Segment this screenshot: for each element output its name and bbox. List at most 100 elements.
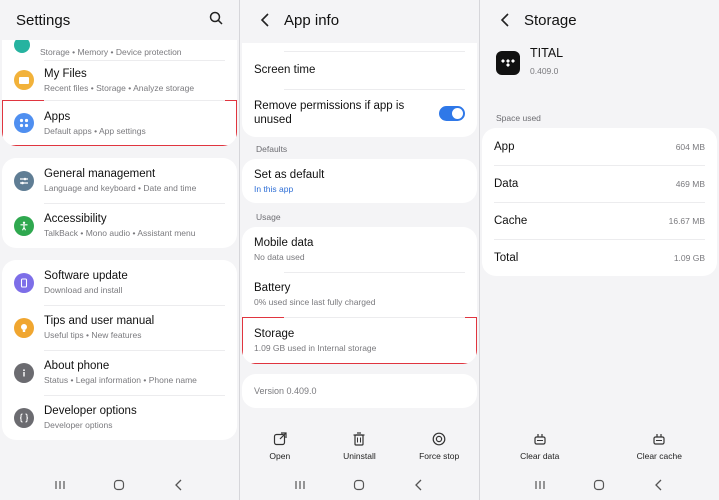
page-title: Settings bbox=[16, 11, 71, 29]
storage-row-label: Data bbox=[494, 177, 519, 190]
storage-row-label: Cache bbox=[494, 214, 528, 227]
navigation-bar bbox=[0, 470, 239, 500]
info-icon bbox=[14, 362, 34, 383]
remove-permissions-label: Remove permissions if app is unused bbox=[254, 100, 405, 126]
security-icon bbox=[14, 40, 30, 53]
set-as-default-item[interactable]: Set as default In this app bbox=[242, 159, 477, 203]
folder-icon bbox=[14, 70, 34, 90]
storage-label: Storage bbox=[254, 328, 295, 340]
clear-data-icon bbox=[534, 433, 546, 445]
recent-apps-icon[interactable] bbox=[531, 476, 549, 494]
storage-actions: Clear data Clear cache bbox=[480, 426, 719, 466]
settings-item-subtitle: Developer options bbox=[44, 420, 113, 430]
clear-data-button[interactable]: Clear data bbox=[505, 432, 575, 461]
back-icon[interactable] bbox=[170, 476, 188, 494]
version-card: Version 0.409.0 bbox=[242, 374, 477, 408]
force-stop-icon bbox=[432, 432, 446, 445]
storage-item[interactable]: Storage 1.09 GB used in Internal storage bbox=[242, 317, 477, 364]
settings-item-label: Tips and user manual bbox=[44, 315, 155, 327]
settings-item-my-files[interactable]: My Files Recent files • Storage • Analyze… bbox=[2, 60, 237, 100]
settings-item-developer-options[interactable]: Developer options Developer options bbox=[2, 395, 237, 440]
recent-apps-icon[interactable] bbox=[51, 476, 69, 494]
apps-icon bbox=[14, 113, 34, 133]
navigation-bar bbox=[480, 470, 719, 500]
recent-apps-icon[interactable] bbox=[291, 476, 309, 494]
storage-row-data: Data 469 MB bbox=[482, 165, 717, 202]
app-info-card-1: Screen time Remove permissions if app is… bbox=[242, 43, 477, 137]
settings-header: Settings bbox=[0, 0, 239, 40]
set-as-default-label: Set as default bbox=[254, 168, 325, 181]
screen-time-item[interactable]: Screen time bbox=[242, 51, 477, 89]
settings-item-subtitle: Status • Legal information • Phone name bbox=[44, 375, 197, 385]
storage-row-value: 469 MB bbox=[675, 178, 705, 189]
open-button[interactable]: Open bbox=[245, 431, 315, 461]
settings-item-label: Apps bbox=[44, 110, 71, 123]
mobile-data-label: Mobile data bbox=[254, 237, 314, 249]
storage-panel: Storage TITAL 0.409.0 Space used App 604… bbox=[480, 0, 719, 500]
back-arrow-icon[interactable] bbox=[496, 11, 514, 29]
app-header: TITAL 0.409.0 bbox=[480, 40, 719, 90]
uninstall-label: Uninstall bbox=[343, 450, 376, 461]
storage-subtitle: 1.09 GB used in Internal storage bbox=[254, 343, 377, 353]
force-stop-button[interactable]: Force stop bbox=[404, 432, 474, 461]
page-title: App info bbox=[284, 11, 340, 29]
back-icon[interactable] bbox=[410, 476, 428, 494]
storage-row-label: App bbox=[494, 140, 515, 153]
back-icon[interactable] bbox=[650, 476, 668, 494]
settings-item-subtitle: Language and keyboard • Date and time bbox=[44, 183, 197, 193]
settings-item-label: My Files bbox=[44, 67, 87, 80]
update-icon bbox=[14, 272, 34, 293]
mobile-data-item[interactable]: Mobile data No data used bbox=[242, 227, 477, 272]
storage-row-cache: Cache 16.67 MB bbox=[482, 202, 717, 239]
clear-cache-label: Clear cache bbox=[636, 450, 682, 461]
uninstall-button[interactable]: Uninstall bbox=[324, 431, 394, 461]
settings-item-label: General management bbox=[44, 168, 156, 180]
settings-card-1: Storage • Memory • Device protection My … bbox=[2, 40, 237, 146]
app-info-card-3: Mobile data No data used Battery 0% used s… bbox=[242, 227, 477, 364]
remove-permissions-item[interactable]: Remove permissions if app is unused bbox=[242, 89, 477, 137]
battery-item[interactable]: Battery 0% used since last fully charged bbox=[242, 272, 477, 317]
settings-item-label: Software update bbox=[44, 270, 128, 282]
clear-cache-icon bbox=[653, 433, 665, 445]
back-arrow-icon[interactable] bbox=[256, 11, 274, 29]
remove-permissions-toggle[interactable] bbox=[439, 105, 465, 121]
storage-row-app: App 604 MB bbox=[482, 128, 717, 165]
settings-item-general-management[interactable]: General management Language and keyboard … bbox=[2, 158, 237, 203]
version-label: Version 0.409.0 bbox=[254, 385, 317, 396]
settings-item-subtitle: Download and install bbox=[44, 285, 123, 295]
settings-item-subtitle: Recent files • Storage • Analyze storage bbox=[44, 82, 195, 93]
clear-cache-button[interactable]: Clear cache bbox=[624, 432, 694, 461]
settings-item-label: About phone bbox=[44, 360, 110, 372]
settings-item-apps[interactable]: Apps Default apps • App settings bbox=[2, 100, 237, 146]
screen-time-label: Screen time bbox=[254, 64, 316, 76]
app-logo-icon bbox=[496, 51, 520, 75]
section-header-space-used: Space used bbox=[496, 113, 541, 123]
settings-item-software-update[interactable]: Software update Download and install bbox=[2, 260, 237, 305]
app-info-actions: Open Uninstall Force stop bbox=[240, 426, 479, 466]
settings-item-subtitle: TalkBack • Mono audio • Assistant menu bbox=[44, 228, 196, 238]
home-icon[interactable] bbox=[590, 476, 608, 494]
braces-icon bbox=[14, 407, 34, 428]
home-icon[interactable] bbox=[110, 476, 128, 494]
settings-item-subtitle: Default apps • App settings bbox=[44, 125, 146, 136]
storage-row-value: 16.67 MB bbox=[668, 215, 705, 226]
settings-item-about-phone[interactable]: About phone Status • Legal information • … bbox=[2, 350, 237, 395]
section-header-usage: Usage bbox=[256, 212, 281, 222]
open-label: Open bbox=[269, 450, 291, 461]
force-stop-label: Force stop bbox=[419, 450, 460, 461]
page-title: Storage bbox=[524, 11, 577, 29]
mobile-data-subtitle: No data used bbox=[254, 252, 305, 262]
settings-item-accessibility[interactable]: Accessibility TalkBack • Mono audio • Ass… bbox=[2, 203, 237, 248]
settings-item-tips[interactable]: Tips and user manual Useful tips • New fe… bbox=[2, 305, 237, 350]
settings-item-label: Developer options bbox=[44, 405, 137, 417]
storage-card: App 604 MB Data 469 MB Cache 16.67 MB To… bbox=[482, 128, 717, 276]
app-version: 0.409.0 bbox=[530, 66, 559, 76]
battery-label: Battery bbox=[254, 282, 291, 294]
home-icon[interactable] bbox=[350, 476, 368, 494]
storage-header: Storage bbox=[480, 0, 719, 40]
navigation-bar bbox=[240, 470, 479, 500]
storage-row-value: 1.09 GB bbox=[673, 252, 705, 263]
search-icon[interactable] bbox=[209, 11, 223, 30]
settings-item-security[interactable]: Storage • Memory • Device protection bbox=[2, 40, 237, 60]
lightbulb-icon bbox=[14, 317, 34, 338]
